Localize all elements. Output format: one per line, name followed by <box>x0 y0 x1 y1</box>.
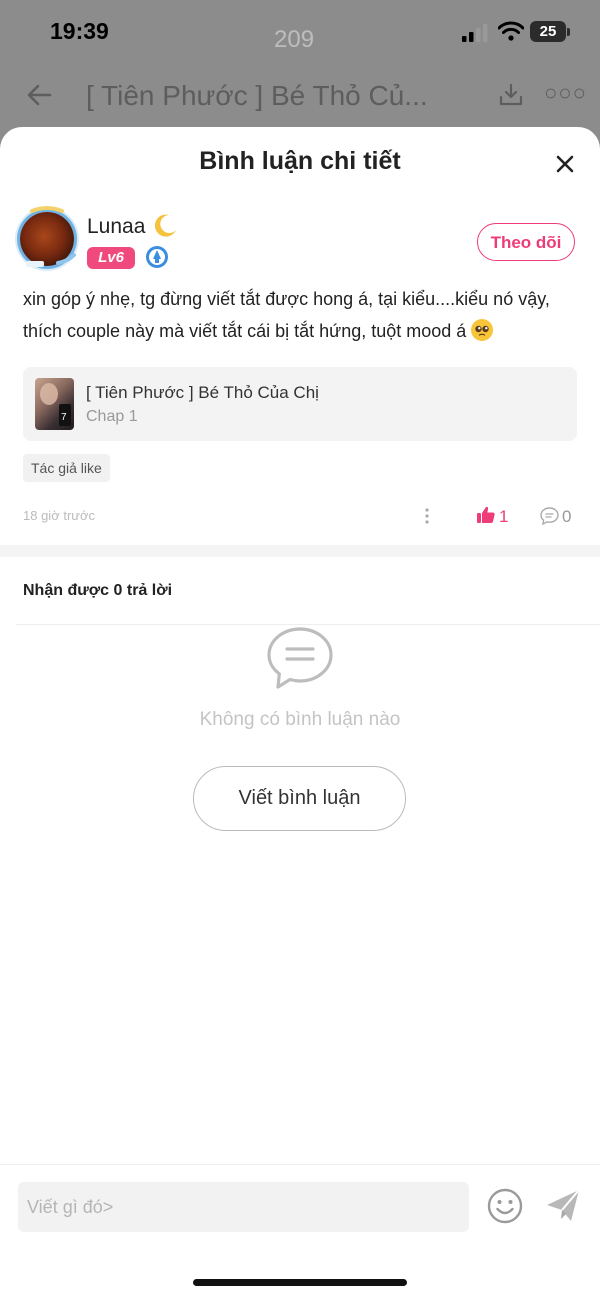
home-indicator <box>193 1279 407 1286</box>
sheet-title: Bình luận chi tiết <box>199 147 401 175</box>
story-cover-image: 7 <box>35 378 74 430</box>
username[interactable]: Lunaa <box>87 215 145 239</box>
comment-detail-sheet: Bình luận chi tiết Lunaa Lv6 Theo dõi xi… <box>0 127 600 1299</box>
wifi-icon <box>498 21 524 41</box>
like-count: 1 <box>499 507 509 526</box>
pleading-face-icon <box>471 319 494 341</box>
thumbs-up-icon[interactable] <box>476 505 496 525</box>
comment-bubble-icon[interactable] <box>539 506 560 526</box>
level-badge: Lv6 <box>87 247 135 269</box>
emoji-icon[interactable] <box>486 1187 524 1225</box>
moon-icon <box>154 214 176 237</box>
replies-heading: Nhận được 0 trả lời <box>23 582 173 599</box>
avatar-frame-icon <box>26 206 76 267</box>
status-time: 19:39 <box>50 18 109 44</box>
send-icon[interactable] <box>544 1188 582 1224</box>
comment-timestamp: 18 giờ trước <box>23 508 95 523</box>
story-title: [ Tiên Phước ] Bé Thỏ Của Chị <box>86 383 319 402</box>
shield-badge-icon <box>146 246 168 268</box>
follow-button[interactable]: Theo dõi <box>477 223 575 261</box>
battery-tip <box>567 28 570 36</box>
comment-text: xin góp ý nhẹ, tg đừng viết tắt được hon… <box>23 283 583 347</box>
comment-input-box[interactable] <box>18 1182 469 1232</box>
composer-divider <box>0 1164 600 1165</box>
reply-count: 0 <box>562 507 572 526</box>
signal-icon <box>462 24 488 42</box>
story-chapter: Chap 1 <box>86 408 138 425</box>
comment-input[interactable] <box>18 1182 447 1232</box>
close-icon[interactable] <box>550 149 580 179</box>
section-divider <box>0 545 600 557</box>
battery-indicator: 25 <box>530 21 566 42</box>
write-comment-button[interactable]: Viết bình luận <box>193 766 406 831</box>
story-card[interactable]: 7 [ Tiên Phước ] Bé Thỏ Của Chị Chap 1 <box>23 367 577 441</box>
background-count: 209 <box>274 26 315 53</box>
status-bar: 19:39 209 25 <box>0 0 600 66</box>
more-options-icon[interactable] <box>422 507 432 525</box>
empty-comments-icon <box>267 627 333 689</box>
svg-text:7: 7 <box>61 412 67 423</box>
empty-state-text: Không có bình luận nào <box>199 709 401 730</box>
author-liked-tag: Tác giả like <box>23 454 110 482</box>
